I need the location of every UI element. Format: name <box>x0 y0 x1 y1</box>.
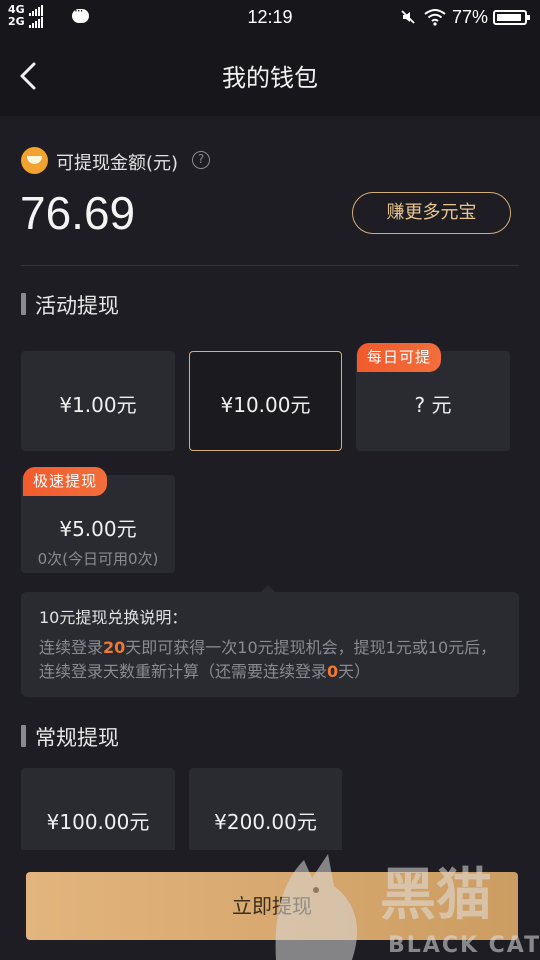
page-title: 我的钱包 <box>222 64 318 92</box>
days-remaining: 0 <box>327 662 339 681</box>
status-bar: 4G 2G 12:19 77% <box>0 0 540 36</box>
wifi-icon <box>424 9 446 26</box>
earn-more-button[interactable]: 赚更多元宝 <box>352 192 511 234</box>
withdraw-option-1[interactable]: ¥1.00元 <box>21 351 175 451</box>
option-amount: ¥5.00元 <box>59 517 137 541</box>
withdraw-explanation: 10元提现兑换说明： 连续登录20天即可获得一次10元提现机会，提现1元或10元… <box>21 585 519 697</box>
yuanbao-icon <box>21 147 48 174</box>
option-amount: ¥200.00元 <box>214 810 317 834</box>
explanation-text: 连续登录20天即可获得一次10元提现机会，提现1元或10元后，连续登录天数重新计… <box>39 636 509 684</box>
option-amount: ? 元 <box>414 393 452 417</box>
option-amount: ¥10.00元 <box>220 393 311 417</box>
days-required: 20 <box>103 638 126 657</box>
explanation-part1: 连续登录 <box>39 638 104 657</box>
explanation-title: 10元提现兑换说明： <box>39 608 188 627</box>
withdraw-option-10-selected[interactable]: ¥10.00元 <box>189 351 342 451</box>
option-amount: ¥100.00元 <box>46 810 150 834</box>
battery-percent: 77% <box>452 7 489 27</box>
activity-section-title: 活动提现 <box>35 294 119 318</box>
battery-icon <box>493 10 530 25</box>
option-amount: ¥1.00元 <box>59 393 137 417</box>
balance-label: 可提现金额(元) <box>56 153 179 174</box>
explanation-part3: 天） <box>338 662 371 681</box>
divider <box>21 265 519 266</box>
section-marker <box>21 293 26 315</box>
help-icon[interactable]: ? <box>192 151 210 169</box>
nav-bar: 我的钱包 <box>0 36 540 116</box>
option-usage-note: 0次(今日可用0次) <box>37 550 159 568</box>
daily-withdraw-tag: 每日可提 <box>357 343 442 372</box>
section-marker <box>21 725 26 747</box>
regular-section-title: 常规提现 <box>35 726 119 750</box>
mute-icon <box>401 10 415 24</box>
balance-amount: 76.69 <box>20 187 136 239</box>
withdraw-now-button[interactable]: 立即提现 <box>26 872 518 940</box>
express-withdraw-tag: 极速提现 <box>23 467 108 496</box>
